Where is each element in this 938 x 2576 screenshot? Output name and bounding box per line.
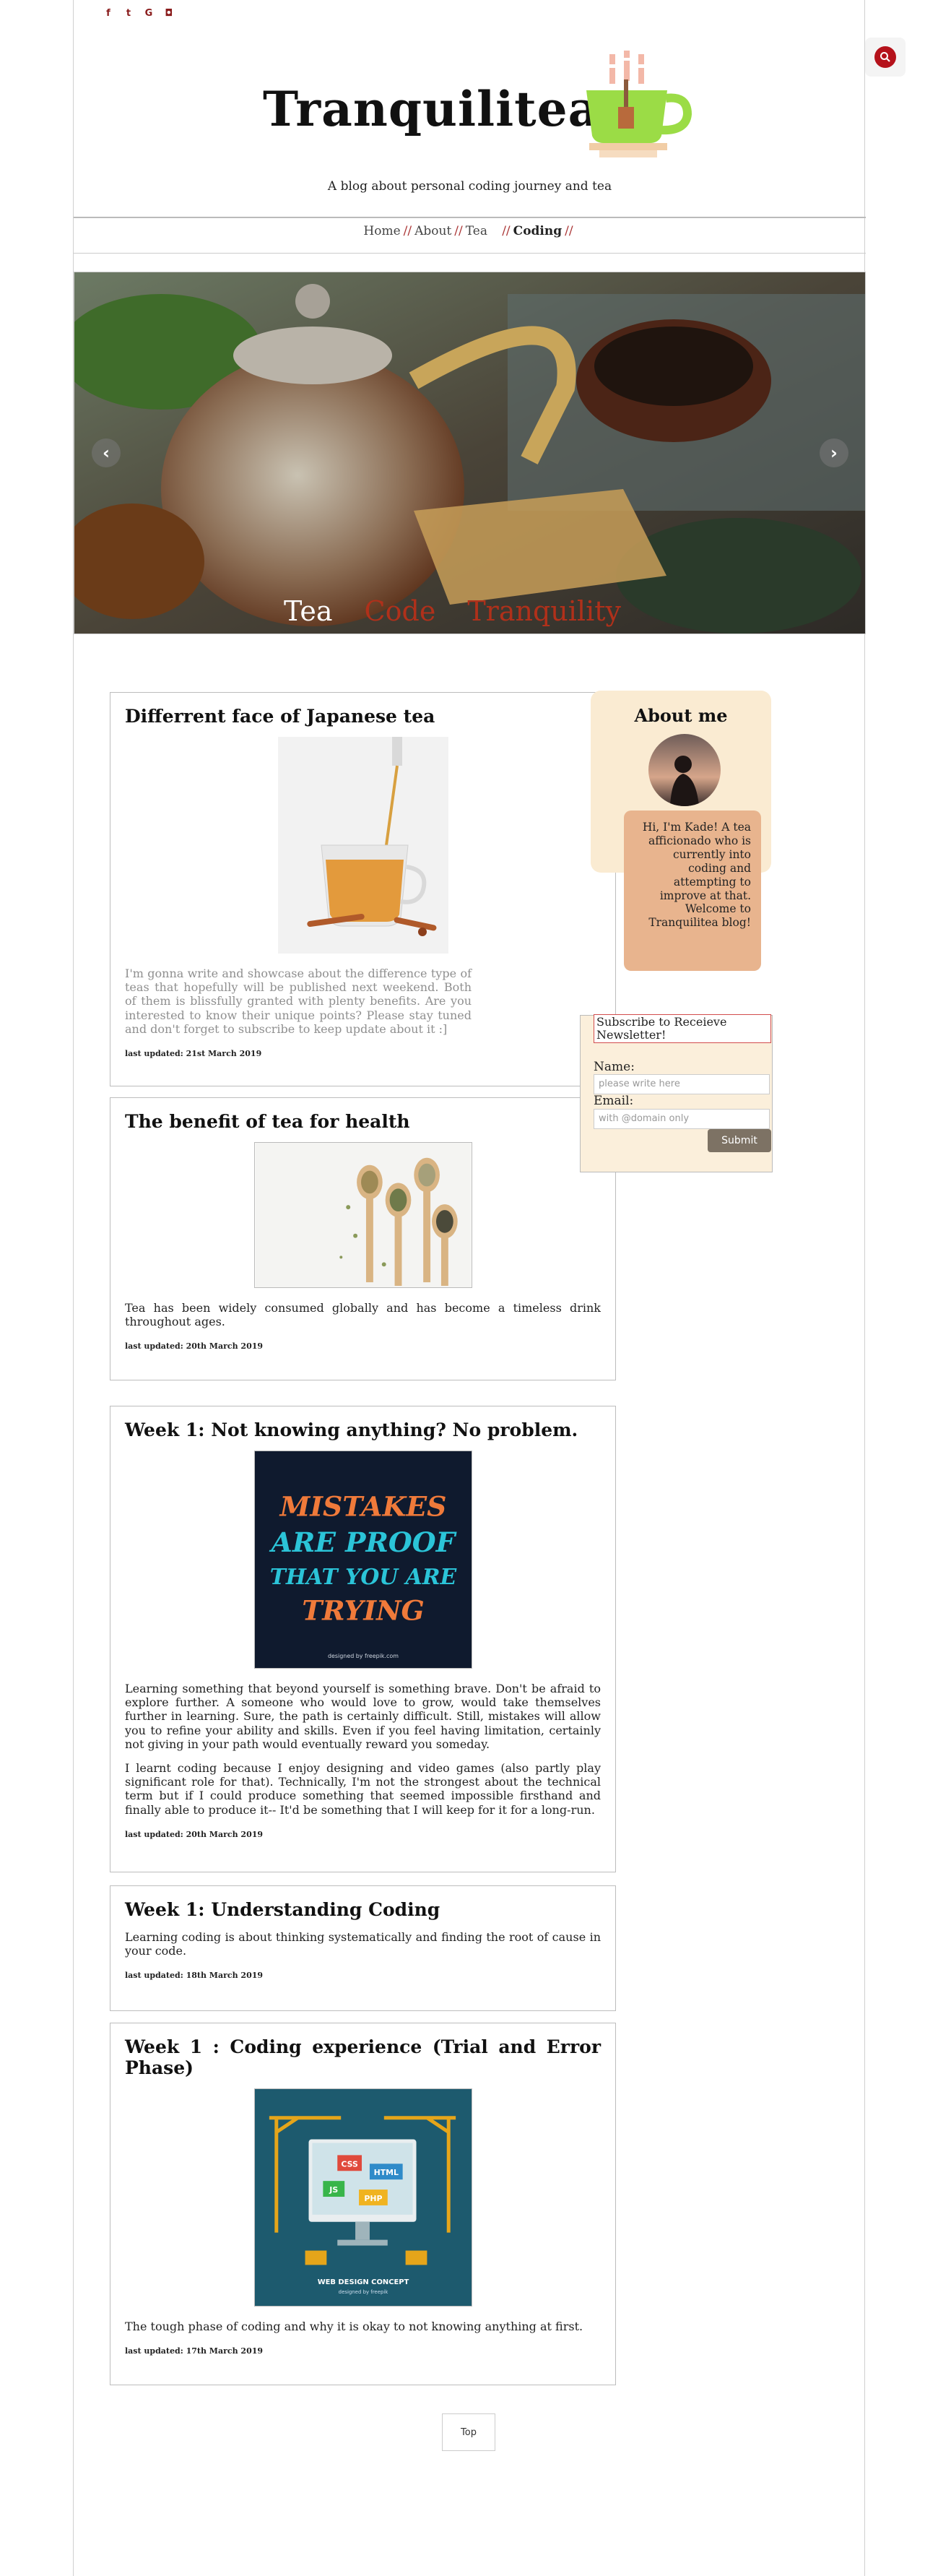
tea-spoons-image	[253, 1142, 472, 1288]
poster-line-4: TRYING	[302, 1594, 425, 1626]
page-container: f t G ◘ Tranquilitea A blog about person…	[73, 0, 866, 2576]
avatar	[648, 734, 721, 806]
post-excerpt: I'm gonna write and showcase about the d…	[125, 967, 472, 1036]
post-excerpt: The tough phase of coding and why it is …	[125, 2320, 583, 2333]
search-button[interactable]	[865, 38, 906, 77]
about-title: About me	[634, 705, 728, 726]
instagram-icon[interactable]: ◘	[163, 7, 175, 19]
post-title[interactable]: The benefit of tea for health	[125, 1111, 601, 1132]
post-card: The benefit of tea for health Tea has be…	[110, 1097, 616, 1380]
web-design-image: CSS HTML JS PHP WEB DESIGN CONCEPT desig…	[253, 2088, 472, 2307]
post-title[interactable]: Week 1: Not knowing anything? No problem…	[125, 1419, 601, 1440]
post-card: Week 1 : Coding experience (Trial and Er…	[110, 2023, 616, 2385]
poster-line-2: ARE PROOF	[269, 1526, 456, 1558]
nav-item-about[interactable]: About	[414, 224, 451, 238]
hero-teapot-image	[74, 272, 865, 634]
hero-word-tea: Tea	[284, 595, 333, 627]
post-date: last updated: 20th March 2019	[125, 1341, 264, 1352]
google-icon[interactable]: G	[143, 7, 155, 19]
php-badge: PHP	[364, 2194, 382, 2203]
hero-word-tranquility: Tranquility	[467, 595, 621, 627]
tea-cup-image	[277, 737, 448, 954]
nav-separator: //	[502, 224, 511, 238]
teacup-logo-icon	[586, 51, 692, 157]
post-title[interactable]: Differrent face of Japanese tea	[125, 706, 601, 727]
facebook-icon[interactable]: f	[103, 7, 114, 19]
web-design-credit: designed by freepik	[338, 2289, 388, 2295]
js-badge: JS	[329, 2185, 338, 2195]
about-text: Hi, I'm Kade! A tea afficionado who is c…	[624, 811, 761, 971]
post-date: last updated: 17th March 2019	[125, 2346, 264, 2356]
nav-separator: //	[403, 224, 412, 238]
carousel-prev-button[interactable]: ‹	[92, 438, 121, 467]
post-card: Week 1: Understanding Coding Learning co…	[110, 1885, 616, 2011]
search-icon	[874, 46, 896, 68]
post-date: last updated: 21st March 2019	[125, 1048, 262, 1058]
nav-separator: //	[454, 224, 463, 238]
nav-separator: //	[565, 224, 573, 238]
submit-button[interactable]: Submit	[708, 1129, 771, 1152]
social-links: f t G ◘	[103, 7, 175, 19]
post-date: last updated: 20th March 2019	[125, 1829, 264, 1839]
nav-divider-top	[74, 217, 866, 218]
hero-word-code: Code	[364, 595, 436, 627]
name-label: Name:	[594, 1060, 635, 1074]
css-badge: CSS	[341, 2159, 358, 2169]
email-label: Email:	[594, 1094, 634, 1108]
hero-caption: Tea Code Tranquility	[284, 595, 621, 627]
post-title[interactable]: Week 1 : Coding experience (Trial and Er…	[125, 2036, 601, 2078]
post-date: last updated: 18th March 2019	[125, 1971, 264, 1981]
nav-item-coding[interactable]: Coding	[513, 224, 562, 238]
subscribe-title: Subscribe to Receieve Newsletter!	[594, 1014, 771, 1043]
poster-line-3: THAT YOU ARE	[269, 1565, 457, 1590]
nav-item-tea[interactable]: Tea	[466, 224, 487, 238]
html-badge: HTML	[373, 2168, 398, 2177]
post-excerpt: Learning something that beyond yourself …	[125, 1682, 601, 1751]
post-excerpt: Learning coding is about thinking system…	[125, 1930, 601, 1958]
carousel-next-button[interactable]: ›	[820, 438, 848, 467]
site-tagline: A blog about personal coding journey and…	[327, 179, 612, 194]
web-design-caption: WEB DESIGN CONCEPT	[317, 2278, 409, 2286]
mistakes-poster-image: MISTAKES ARE PROOF THAT YOU ARE TRYING d…	[253, 1451, 472, 1669]
post-title[interactable]: Week 1: Understanding Coding	[125, 1899, 601, 1920]
post-card: Week 1: Not knowing anything? No problem…	[110, 1406, 616, 1872]
poster-line-1: MISTAKES	[278, 1490, 446, 1522]
nav-item-home[interactable]: Home	[363, 224, 400, 238]
post-excerpt-2: I learnt coding because I enjoy designin…	[125, 1760, 601, 1817]
twitter-icon[interactable]: t	[123, 7, 134, 19]
back-to-top-button[interactable]: Top	[442, 2413, 495, 2451]
name-input[interactable]: please write here	[594, 1074, 770, 1094]
post-excerpt: Tea has been widely consumed globally an…	[125, 1301, 601, 1329]
post-card: Differrent face of Japanese tea I'm gonn…	[110, 692, 616, 1086]
email-input[interactable]: with @domain only	[594, 1109, 770, 1129]
hero-carousel: ‹ › Tea Code Tranquility	[74, 272, 866, 634]
main-nav: Home//About//Tea //Coding//	[74, 224, 866, 238]
nav-divider-bottom	[74, 253, 866, 254]
poster-credit: designed by freepik.com	[327, 1653, 398, 1659]
site-title[interactable]: Tranquilitea	[263, 81, 599, 137]
